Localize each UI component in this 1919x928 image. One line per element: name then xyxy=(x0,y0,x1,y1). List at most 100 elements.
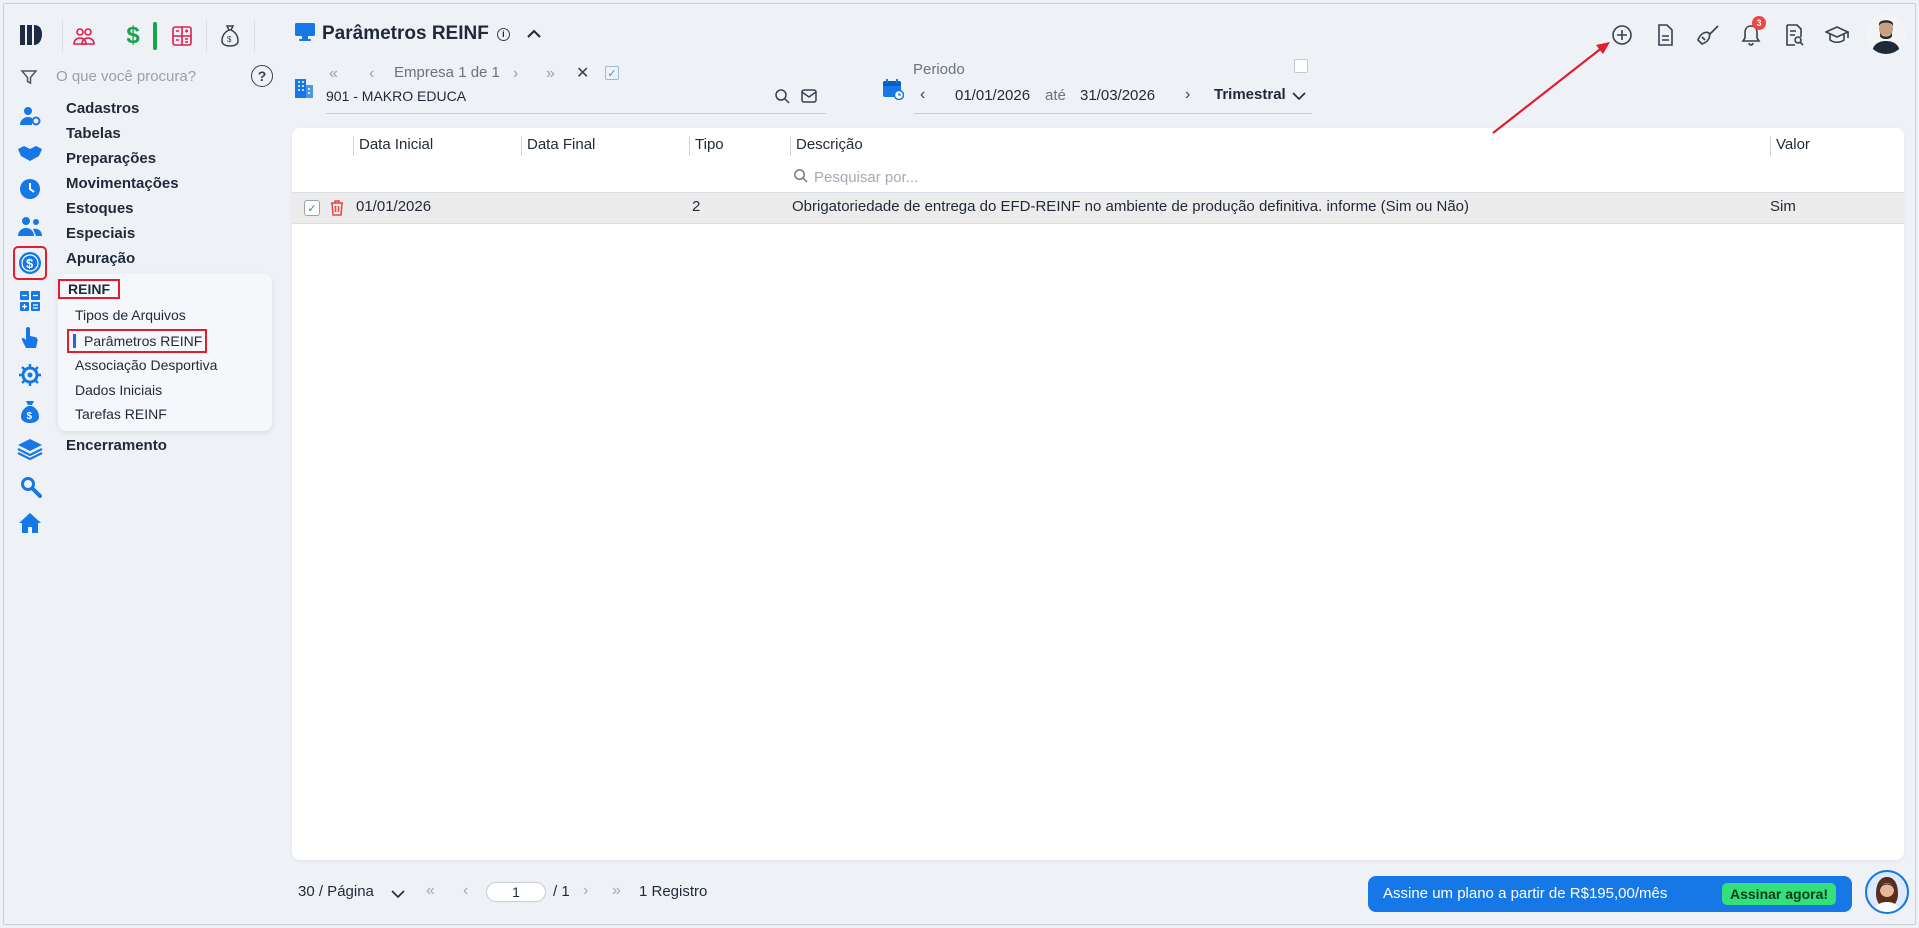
last-page-icon[interactable]: » xyxy=(612,882,621,900)
graduation-cap-icon[interactable] xyxy=(1822,20,1852,50)
column-header-valor[interactable]: Valor xyxy=(1770,136,1810,156)
search-icon[interactable] xyxy=(15,471,45,501)
report-search-icon[interactable] xyxy=(1779,20,1809,50)
next-page-icon[interactable]: › xyxy=(583,882,588,900)
column-header-data-final[interactable]: Data Final xyxy=(521,136,595,156)
period-checkbox[interactable] xyxy=(1294,59,1308,73)
company-select-checkbox[interactable]: ✓ xyxy=(605,66,619,80)
calculator-icon[interactable] xyxy=(15,286,45,316)
info-icon[interactable]: i xyxy=(496,27,510,41)
page-title: Parâmetros REINF xyxy=(322,23,489,44)
hand-pointer-icon[interactable] xyxy=(15,323,45,353)
app-separator xyxy=(62,20,63,52)
monitor-icon xyxy=(294,22,316,46)
menu-item-estoques[interactable]: Estoques xyxy=(66,200,134,217)
clock-icon[interactable] xyxy=(15,174,45,204)
cell-tipo: 2 xyxy=(692,198,701,215)
period-start-date[interactable]: 01/01/2026 xyxy=(955,87,1030,104)
cell-descricao: Obrigatoriedade de entrega do EFD-REINF … xyxy=(792,198,1470,215)
app-separator xyxy=(206,20,207,52)
users-icon[interactable] xyxy=(15,211,45,241)
makro-logo-icon[interactable] xyxy=(18,22,44,48)
money-bag-app-icon[interactable]: $ xyxy=(214,20,246,52)
home-icon[interactable] xyxy=(15,508,45,538)
menu-search-input[interactable] xyxy=(56,64,246,88)
notification-badge: 3 xyxy=(1752,16,1766,30)
menu-item-encerramento[interactable]: Encerramento xyxy=(66,437,167,454)
money-bag-icon[interactable]: $ xyxy=(15,397,45,427)
first-page-icon[interactable]: « xyxy=(426,882,435,900)
calendar-icon xyxy=(882,78,905,104)
company-nav-label: Empresa 1 de 1 xyxy=(394,64,500,81)
per-page-select[interactable]: 30 / Página xyxy=(298,883,374,900)
calculator-app-icon[interactable] xyxy=(166,20,198,52)
people-app-icon[interactable] xyxy=(68,20,100,52)
svg-text:$: $ xyxy=(27,411,33,422)
search-icon xyxy=(793,168,808,187)
column-header-data-inicial[interactable]: Data Inicial xyxy=(353,136,433,156)
description-filter-input[interactable] xyxy=(814,166,1214,188)
menu-item-tabelas[interactable]: Tabelas xyxy=(66,125,121,142)
first-company-icon[interactable]: « xyxy=(329,65,338,83)
data-table xyxy=(292,128,1904,860)
page-number-input[interactable] xyxy=(486,882,546,902)
next-company-icon[interactable]: › xyxy=(513,65,518,83)
menu-item-preparacoes[interactable]: Preparações xyxy=(66,150,156,167)
last-company-icon[interactable]: » xyxy=(546,65,555,83)
app-separator xyxy=(254,20,255,52)
chevron-up-icon[interactable] xyxy=(526,26,542,43)
record-count: 1 Registro xyxy=(639,883,708,900)
layers-icon[interactable] xyxy=(15,434,45,464)
subscription-banner[interactable]: Assine um plano a partir de R$195,00/mês… xyxy=(1368,876,1852,912)
prev-company-icon[interactable]: ‹ xyxy=(369,65,374,83)
prev-page-icon[interactable]: ‹ xyxy=(463,882,468,900)
user-settings-icon[interactable] xyxy=(15,101,45,131)
period-end-date[interactable]: 31/03/2026 xyxy=(1080,87,1155,104)
clear-company-icon[interactable]: ✕ xyxy=(576,63,589,83)
period-type-select[interactable]: Trimestral xyxy=(1214,86,1286,103)
subscribe-button[interactable]: Assinar agora! xyxy=(1722,883,1837,905)
network-gear-icon[interactable] xyxy=(15,360,45,390)
cell-valor: Sim xyxy=(1770,198,1796,215)
filter-icon[interactable] xyxy=(20,68,38,90)
column-header-tipo[interactable]: Tipo xyxy=(689,136,724,156)
company-field[interactable]: 901 - MAKRO EDUCA xyxy=(326,86,826,114)
page-header: Parâmetros REINF i xyxy=(294,22,542,46)
bell-icon[interactable]: 3 xyxy=(1736,16,1766,50)
chevron-down-icon[interactable] xyxy=(391,886,405,903)
submenu-item-tarefas-reinf[interactable]: Tarefas REINF xyxy=(75,406,167,422)
menu-item-movimentacoes[interactable]: Movimentações xyxy=(66,175,179,192)
dollar-circle-icon[interactable]: $ xyxy=(13,246,47,280)
dollar-app-icon[interactable]: $ xyxy=(117,20,149,52)
menu-item-cadastros[interactable]: Cadastros xyxy=(66,100,139,117)
cell-data-inicial: 01/01/2026 xyxy=(356,198,432,215)
broom-icon[interactable] xyxy=(1693,20,1723,50)
period-label: Periodo xyxy=(913,61,965,78)
user-avatar[interactable] xyxy=(1866,14,1906,54)
column-header-descricao[interactable]: Descrição xyxy=(790,136,863,156)
submenu-title-reinf[interactable]: REINF xyxy=(58,279,120,299)
submenu-item-associacao-desportiva[interactable]: Associação Desportiva xyxy=(75,357,217,373)
row-edit-checkbox-icon[interactable]: ✓ xyxy=(304,200,320,216)
building-icon xyxy=(293,77,315,103)
total-pages: / 1 xyxy=(553,883,570,900)
submenu-item-dados-iniciais[interactable]: Dados Iniciais xyxy=(75,382,162,398)
submenu-item-parametros-reinf[interactable]: Parâmetros REINF xyxy=(67,329,208,353)
svg-text:$: $ xyxy=(227,35,232,44)
chevron-down-icon[interactable] xyxy=(1292,88,1306,105)
document-icon[interactable] xyxy=(1650,20,1680,50)
next-period-icon[interactable]: › xyxy=(1185,86,1190,104)
period-separator: até xyxy=(1045,87,1066,104)
handshake-icon[interactable] xyxy=(15,138,45,168)
search-company-icon[interactable] xyxy=(774,88,790,108)
prev-period-icon[interactable]: ‹ xyxy=(920,86,925,104)
menu-item-especiais[interactable]: Especiais xyxy=(66,225,135,242)
help-icon[interactable]: ? xyxy=(251,65,273,87)
menu-item-apuracao[interactable]: Apuração xyxy=(66,250,135,267)
add-icon[interactable] xyxy=(1607,20,1637,50)
svg-text:$: $ xyxy=(26,256,34,271)
trash-icon[interactable] xyxy=(330,199,344,220)
support-avatar[interactable] xyxy=(1865,870,1909,914)
mail-icon[interactable] xyxy=(801,89,817,107)
submenu-item-tipos-arquivos[interactable]: Tipos de Arquivos xyxy=(75,307,186,323)
